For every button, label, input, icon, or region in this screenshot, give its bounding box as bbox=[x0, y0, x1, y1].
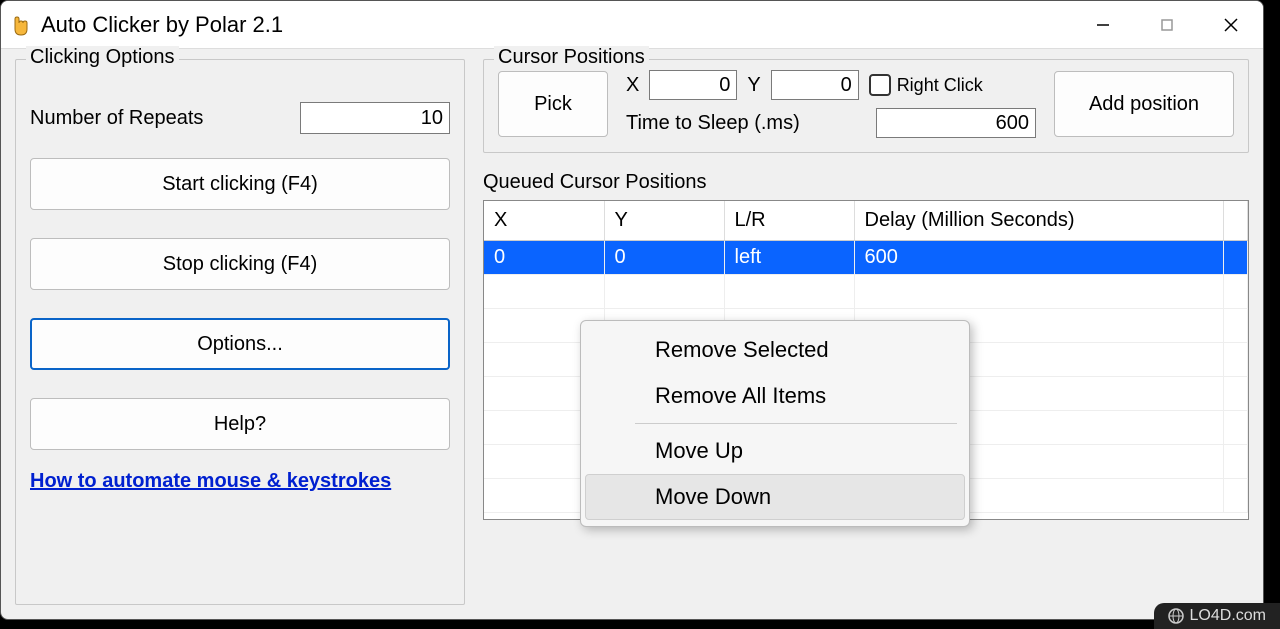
x-input[interactable] bbox=[649, 70, 737, 100]
cell-x: 0 bbox=[484, 241, 604, 275]
right-click-checkbox[interactable]: Right Click bbox=[869, 74, 983, 96]
minimize-button[interactable] bbox=[1071, 1, 1135, 49]
repeats-row: Number of Repeats bbox=[30, 102, 450, 134]
add-position-button[interactable]: Add position bbox=[1054, 71, 1234, 137]
sleep-input[interactable] bbox=[876, 108, 1036, 138]
start-clicking-button[interactable]: Start clicking (F4) bbox=[30, 158, 450, 210]
options-button[interactable]: Options... bbox=[30, 318, 450, 370]
col-y[interactable]: Y bbox=[604, 201, 724, 241]
window-title: Auto Clicker by Polar 2.1 bbox=[41, 12, 283, 38]
help-label: Help? bbox=[214, 413, 266, 436]
app-window: Auto Clicker by Polar 2.1 Clicking Optio… bbox=[0, 0, 1264, 620]
col-delay[interactable]: Delay (Million Seconds) bbox=[854, 201, 1224, 241]
titlebar: Auto Clicker by Polar 2.1 bbox=[1, 1, 1263, 49]
ctx-move-down[interactable]: Move Down bbox=[585, 474, 965, 520]
cell-delay: 600 bbox=[854, 241, 1224, 275]
table-header-row: X Y L/R Delay (Million Seconds) bbox=[484, 201, 1248, 241]
queued-label: Queued Cursor Positions bbox=[483, 171, 1249, 194]
y-input[interactable] bbox=[771, 70, 859, 100]
x-label: X bbox=[626, 74, 639, 97]
app-icon bbox=[9, 13, 33, 37]
stop-clicking-label: Stop clicking (F4) bbox=[163, 253, 318, 276]
options-label: Options... bbox=[197, 333, 283, 356]
pick-button[interactable]: Pick bbox=[498, 71, 608, 137]
col-x[interactable]: X bbox=[484, 201, 604, 241]
ctx-move-up[interactable]: Move Up bbox=[585, 428, 965, 474]
clicking-options-legend: Clicking Options bbox=[26, 46, 179, 69]
ctx-remove-all[interactable]: Remove All Items bbox=[585, 373, 965, 419]
cell-lr: left bbox=[724, 241, 854, 275]
cursor-positions-group: Cursor Positions Pick X Y bbox=[483, 59, 1249, 153]
cursor-positions-legend: Cursor Positions bbox=[494, 46, 649, 69]
col-lr[interactable]: L/R bbox=[724, 201, 854, 241]
globe-icon bbox=[1168, 608, 1184, 624]
ctx-separator bbox=[635, 423, 957, 424]
repeats-label: Number of Repeats bbox=[30, 107, 203, 130]
table-row[interactable]: 0 0 left 600 bbox=[484, 241, 1248, 275]
table-row[interactable] bbox=[484, 275, 1248, 309]
watermark-badge: LO4D.com bbox=[1154, 603, 1280, 629]
start-clicking-label: Start clicking (F4) bbox=[162, 173, 318, 196]
stop-clicking-button[interactable]: Stop clicking (F4) bbox=[30, 238, 450, 290]
window-controls bbox=[1071, 1, 1263, 49]
y-label: Y bbox=[747, 74, 760, 97]
context-menu: Remove Selected Remove All Items Move Up… bbox=[580, 320, 970, 527]
right-click-label: Right Click bbox=[897, 75, 983, 96]
clicking-options-group: Clicking Options Number of Repeats Start… bbox=[15, 59, 465, 605]
cell-y: 0 bbox=[604, 241, 724, 275]
pick-label: Pick bbox=[534, 93, 572, 116]
repeats-input[interactable] bbox=[300, 102, 450, 134]
close-button[interactable] bbox=[1199, 1, 1263, 49]
checkbox-icon bbox=[869, 74, 891, 96]
howto-link[interactable]: How to automate mouse & keystrokes bbox=[30, 470, 391, 493]
left-panel: Clicking Options Number of Repeats Start… bbox=[15, 59, 465, 605]
add-position-label: Add position bbox=[1089, 93, 1199, 116]
help-button[interactable]: Help? bbox=[30, 398, 450, 450]
ctx-remove-selected[interactable]: Remove Selected bbox=[585, 327, 965, 373]
maximize-button[interactable] bbox=[1135, 1, 1199, 49]
sleep-label: Time to Sleep (.ms) bbox=[626, 112, 800, 135]
watermark-text: LO4D.com bbox=[1190, 607, 1266, 625]
col-scroll-gutter bbox=[1224, 201, 1248, 241]
